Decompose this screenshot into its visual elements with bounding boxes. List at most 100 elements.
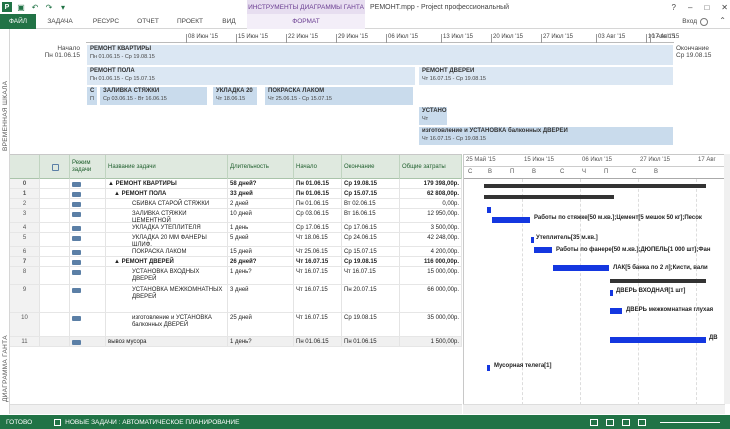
row-number[interactable]: 7 xyxy=(10,257,40,266)
start-cell[interactable]: Ср 17.06.15 xyxy=(294,223,342,232)
finish-cell[interactable]: Пн 20.07.15 xyxy=(342,285,400,312)
finish-cell[interactable]: Ср 15.07.15 xyxy=(342,247,400,256)
finish-cell[interactable]: Ср 19.08.15 xyxy=(342,257,400,266)
cost-cell[interactable]: 4 200,00р. xyxy=(400,247,462,256)
gantt-task-bar[interactable] xyxy=(610,308,622,314)
cost-cell[interactable]: 3 500,00р. xyxy=(400,223,462,232)
row-number[interactable]: 6 xyxy=(10,247,40,256)
table-row[interactable]: 5 УКЛАДКА 20 ММ ФАНЕРЫ ШЛИФ. 5 дней Чт 18.0… xyxy=(10,233,462,247)
table-row[interactable]: 10 изготовление и УСТАНОВКА балконных ДВЕ… xyxy=(10,313,462,337)
cost-cell[interactable]: 1 500,00р. xyxy=(400,337,462,346)
indicator-cell[interactable] xyxy=(40,247,70,256)
table-row[interactable]: 7 ▲ РЕМОНТ ДВЕРЕЙ 26 дней? Чт 16.07.15 Ср 19… xyxy=(10,257,462,267)
indicator-cell[interactable] xyxy=(40,313,70,336)
table-horizontal-scrollbar[interactable] xyxy=(10,404,462,414)
indicator-cell[interactable] xyxy=(40,199,70,208)
tab-file[interactable]: ФАЙЛ xyxy=(0,14,36,29)
gantt-task-bar[interactable] xyxy=(534,247,552,253)
gantt-task-bar[interactable] xyxy=(492,217,530,223)
row-number[interactable]: 3 xyxy=(10,209,40,222)
task-name-cell[interactable]: УСТАНОВКА ВХОДНЫХ ДВЕРЕЙ xyxy=(106,267,228,284)
indicator-cell[interactable] xyxy=(40,337,70,346)
timeline-bar-entry-door[interactable]: УСТАНО Чт xyxy=(418,106,448,126)
row-number[interactable]: 4 xyxy=(10,223,40,232)
start-cell[interactable]: Чт 16.07.15 xyxy=(294,313,342,336)
task-name-cell[interactable]: изготовление и УСТАНОВКА балконных ДВЕРЕ… xyxy=(106,313,228,336)
gantt-summary-bar[interactable] xyxy=(484,195,614,199)
start-cell[interactable]: Чт 18.06.15 xyxy=(294,233,342,246)
task-mode-cell[interactable] xyxy=(70,313,106,336)
table-row[interactable]: 3 ЗАЛИВКА СТЯЖКИ ЦЕМЕНТНОЙ 10 дней Ср 03.06… xyxy=(10,209,462,223)
table-row[interactable]: 6 ПОКРАСКА ЛАКОМ 15 дней Чт 25.06.15 Ср 15.0… xyxy=(10,247,462,257)
view-resource-sheet-icon[interactable] xyxy=(638,418,646,426)
timeline-bar-demolition[interactable]: С П xyxy=(86,86,98,106)
signin-label[interactable]: Вход xyxy=(682,18,697,25)
task-mode-cell[interactable] xyxy=(70,247,106,256)
help-icon[interactable]: ? xyxy=(672,3,676,12)
row-number[interactable]: 5 xyxy=(10,233,40,246)
tab-task[interactable]: ЗАДАЧА xyxy=(40,14,80,29)
duration-cell[interactable]: 1 день? xyxy=(228,337,294,346)
tab-format[interactable]: ФОРМАТ xyxy=(247,14,365,29)
tab-resource[interactable]: РЕСУРС xyxy=(86,14,126,29)
finish-cell[interactable]: Вт 16.06.15 xyxy=(342,209,400,222)
minimize-icon[interactable]: – xyxy=(688,3,692,12)
task-mode-cell[interactable] xyxy=(70,233,106,246)
gantt-vertical-scrollbar[interactable] xyxy=(724,154,730,404)
task-name-cell[interactable]: ЗАЛИВКА СТЯЖКИ ЦЕМЕНТНОЙ xyxy=(106,209,228,222)
table-row[interactable]: 4 УКЛАДКА УТЕПЛИТЕЛЯ 1 день Ср 17.06.15 Ср 1… xyxy=(10,223,462,233)
restore-icon[interactable]: □ xyxy=(704,3,709,12)
row-number[interactable]: 10 xyxy=(10,313,40,336)
timeline-bar-balcony-door[interactable]: изготовление и УСТАНОВКА балконных ДВЕРЕ… xyxy=(418,126,674,146)
start-cell[interactable]: Чт 16.07.15 xyxy=(294,267,342,284)
row-number[interactable]: 11 xyxy=(10,337,40,346)
duration-cell[interactable]: 1 день xyxy=(228,223,294,232)
duration-cell[interactable]: 26 дней? xyxy=(228,257,294,266)
start-cell[interactable]: Пн 01.06.15 xyxy=(294,337,342,346)
task-mode-cell[interactable] xyxy=(70,179,106,188)
gantt-task-bar[interactable] xyxy=(487,365,490,371)
table-row[interactable]: 8 УСТАНОВКА ВХОДНЫХ ДВЕРЕЙ 1 день? Чт 16.07… xyxy=(10,267,462,285)
indicator-cell[interactable] xyxy=(40,179,70,188)
table-row[interactable]: 2 СБИВКА СТАРОЙ СТЯЖКИ 2 дней Пн 01.06.15 Вт… xyxy=(10,199,462,209)
table-row[interactable]: 0 ▲ РЕМОНТ КВАРТИРЫ 58 дней? Пн 01.06.15 Ср … xyxy=(10,179,462,189)
task-table[interactable]: Режим задачи Название задачи Длительност… xyxy=(10,154,462,404)
gantt-chart[interactable]: 25 Май '15 15 Июн '15 06 Июл '15 27 Июл … xyxy=(463,154,725,404)
duration-cell[interactable]: 25 дней xyxy=(228,313,294,336)
cost-cell[interactable]: 0,00р. xyxy=(400,199,462,208)
gantt-task-bar[interactable] xyxy=(610,337,706,343)
cost-cell[interactable]: 116 000,00р. xyxy=(400,257,462,266)
tab-project[interactable]: ПРОЕКТ xyxy=(170,14,210,29)
task-name-cell[interactable]: ▲ РЕМОНТ ДВЕРЕЙ xyxy=(106,257,228,266)
tab-report[interactable]: ОТЧЕТ xyxy=(130,14,166,29)
task-name-cell[interactable]: вывоз мусора xyxy=(106,337,228,346)
row-number[interactable]: 1 xyxy=(10,189,40,198)
view-task-usage-icon[interactable] xyxy=(606,418,614,426)
gantt-task-bar[interactable] xyxy=(487,207,491,213)
finish-cell[interactable]: Ср 19.08.15 xyxy=(342,313,400,336)
duration-cell[interactable]: 5 дней xyxy=(228,233,294,246)
timeline-bar-summary[interactable]: РЕМОНТ КВАРТИРЫ Пн 01.06.15 - Ср 19.08.1… xyxy=(86,44,674,66)
indicator-cell[interactable] xyxy=(40,189,70,198)
start-cell[interactable]: Пн 01.06.15 xyxy=(294,179,342,188)
task-name-cell[interactable]: ПОКРАСКА ЛАКОМ xyxy=(106,247,228,256)
header-start[interactable]: Начало xyxy=(294,155,342,179)
duration-cell[interactable]: 2 дней xyxy=(228,199,294,208)
collapse-ribbon-icon[interactable]: ⌃ xyxy=(719,16,726,25)
gantt-task-bar[interactable] xyxy=(610,290,613,296)
row-number[interactable]: 0 xyxy=(10,179,40,188)
cost-cell[interactable]: 66 000,00р. xyxy=(400,285,462,312)
finish-cell[interactable]: Чт 16.07.15 xyxy=(342,267,400,284)
header-task-mode[interactable]: Режим задачи xyxy=(70,155,106,179)
row-number[interactable]: 8 xyxy=(10,267,40,284)
row-number[interactable]: 2 xyxy=(10,199,40,208)
gantt-horizontal-scrollbar[interactable] xyxy=(463,404,725,414)
task-name-cell[interactable]: ▲ РЕМОНТ ПОЛА xyxy=(106,189,228,198)
gantt-task-bar[interactable] xyxy=(553,265,609,271)
finish-cell[interactable]: Ср 24.06.15 xyxy=(342,233,400,246)
gantt-summary-bar[interactable] xyxy=(610,279,706,283)
close-icon[interactable]: ✕ xyxy=(721,3,728,12)
finish-cell[interactable]: Ср 19.08.15 xyxy=(342,179,400,188)
task-name-cell[interactable]: СБИВКА СТАРОЙ СТЯЖКИ xyxy=(106,199,228,208)
task-mode-cell[interactable] xyxy=(70,267,106,284)
